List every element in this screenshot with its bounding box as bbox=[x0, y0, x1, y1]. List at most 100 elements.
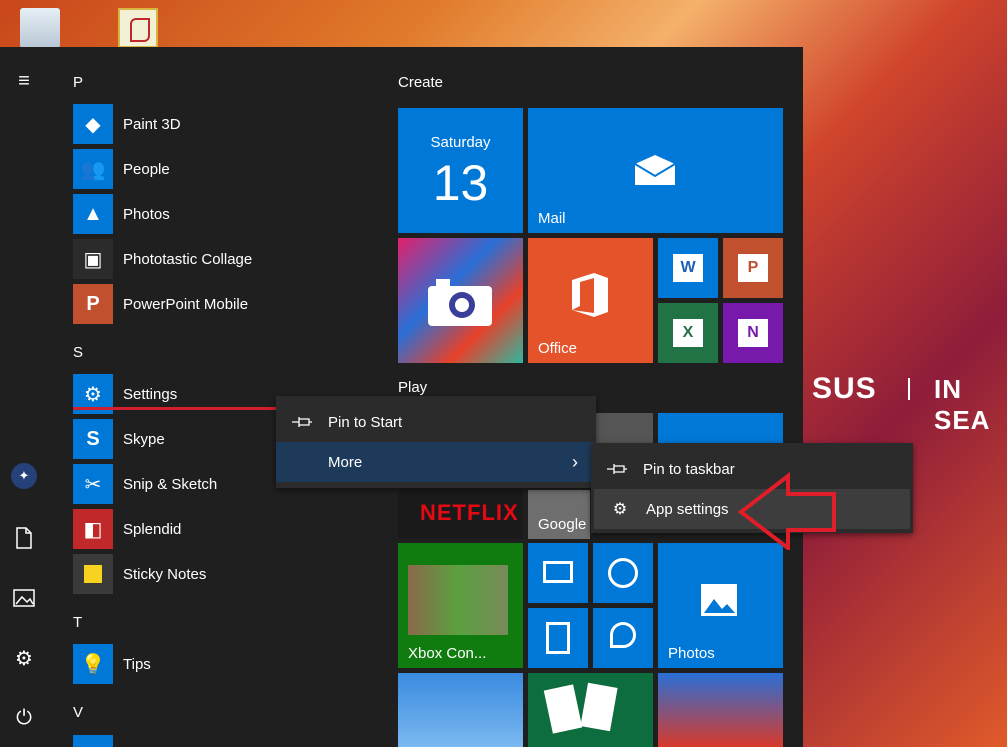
xbox-label: Xbox Con... bbox=[408, 645, 487, 662]
film-clapper-icon bbox=[543, 561, 573, 583]
app-paint-3d[interactable]: ◆ Paint 3D bbox=[73, 104, 303, 144]
app-skype[interactable]: S Skype bbox=[73, 419, 303, 459]
powerpoint-icon: P bbox=[73, 284, 113, 324]
app-label: Photos bbox=[123, 205, 170, 223]
playing-card-icon bbox=[543, 684, 583, 734]
solitaire-tile[interactable] bbox=[528, 673, 653, 747]
word-icon: W bbox=[673, 254, 703, 282]
excel-tile[interactable]: X bbox=[658, 303, 718, 363]
office-tile[interactable]: Office bbox=[528, 238, 653, 363]
candy-crush-tile[interactable] bbox=[658, 673, 783, 747]
calculator-icon bbox=[546, 622, 570, 654]
photos-tile[interactable]: Photos bbox=[658, 543, 783, 668]
app-label: Sticky Notes bbox=[123, 565, 207, 583]
paint-3d-icon: ◆ bbox=[73, 104, 113, 144]
more-item[interactable]: More › bbox=[276, 442, 596, 482]
pin-to-start-label: Pin to Start bbox=[328, 413, 403, 431]
camera-tile[interactable] bbox=[398, 238, 523, 363]
group-letter-t[interactable]: T bbox=[73, 614, 82, 631]
desktop-pdf-file-icon[interactable] bbox=[118, 8, 158, 48]
app-label: Tips bbox=[123, 655, 151, 673]
onenote-icon: N bbox=[738, 319, 768, 347]
wallpaper-divider bbox=[908, 378, 910, 400]
netflix-tile[interactable]: NETFLIX bbox=[398, 490, 523, 539]
powerpoint-tile[interactable]: P bbox=[723, 238, 783, 298]
documents-icon[interactable] bbox=[10, 524, 38, 552]
app-partial-tile[interactable] bbox=[73, 735, 113, 747]
app-settings-label: App settings bbox=[646, 500, 729, 518]
highlight-underline bbox=[73, 407, 279, 410]
skype-icon: S bbox=[73, 419, 113, 459]
user-avatar[interactable]: ✦ bbox=[11, 463, 37, 489]
movies-tile[interactable] bbox=[528, 543, 588, 603]
app-label: Phototastic Collage bbox=[123, 250, 253, 268]
sticky-notes-icon bbox=[73, 554, 113, 594]
desktop-recycle-bin-icon[interactable] bbox=[20, 8, 60, 48]
xbox-avatars-image bbox=[408, 565, 508, 635]
hamburger-menu-icon[interactable]: ≡ bbox=[10, 67, 38, 95]
mail-tile[interactable]: Mail bbox=[528, 108, 783, 233]
pictures-icon[interactable] bbox=[10, 584, 38, 612]
app-phototastic-collage[interactable]: ▣ Phototastic Collage bbox=[73, 239, 303, 279]
app-sticky-notes[interactable]: Sticky Notes bbox=[73, 554, 303, 594]
settings-gear-icon[interactable]: ⚙ bbox=[10, 644, 38, 672]
google-tile[interactable]: Google bbox=[528, 490, 590, 539]
calculator-tile[interactable] bbox=[528, 608, 588, 668]
onenote-tile[interactable]: N bbox=[723, 303, 783, 363]
app-label: Snip & Sketch bbox=[123, 475, 218, 493]
powerpoint-tile-icon: P bbox=[738, 254, 768, 282]
pin-icon bbox=[591, 463, 643, 475]
maps-tile[interactable] bbox=[593, 608, 653, 668]
pin-to-taskbar-label: Pin to taskbar bbox=[643, 460, 735, 478]
app-label: Paint 3D bbox=[123, 115, 181, 133]
office-logo-icon bbox=[570, 272, 610, 323]
snip-sketch-icon: ✂ bbox=[73, 464, 113, 504]
app-label: People bbox=[123, 160, 170, 178]
music-disc-icon bbox=[608, 558, 638, 588]
google-label: Google bbox=[538, 516, 587, 533]
map-pin-icon bbox=[610, 622, 636, 648]
app-label: Skype bbox=[123, 430, 165, 448]
splendid-icon: ◧ bbox=[73, 509, 113, 549]
office-label: Office bbox=[538, 340, 577, 357]
pin-icon bbox=[276, 416, 328, 428]
group-letter-v[interactable]: V bbox=[73, 704, 83, 721]
pin-to-start-item[interactable]: Pin to Start bbox=[276, 402, 596, 442]
netflix-logo: NETFLIX bbox=[420, 500, 519, 525]
play-tile-partial[interactable] bbox=[596, 413, 653, 443]
app-tips[interactable]: 💡 Tips bbox=[73, 644, 303, 684]
power-icon[interactable]: ⏻ bbox=[10, 704, 38, 732]
app-photos[interactable]: ▲ Photos bbox=[73, 194, 303, 234]
app-snip-and-sketch[interactable]: ✂ Snip & Sketch bbox=[73, 464, 303, 504]
word-tile[interactable]: W bbox=[658, 238, 718, 298]
more-label: More bbox=[328, 453, 363, 471]
wallpaper-brand: SUS bbox=[812, 372, 877, 405]
app-splendid[interactable]: ◧ Splendid bbox=[73, 509, 303, 549]
tile-group-play[interactable]: Play bbox=[398, 379, 427, 396]
red-arrow-annotation bbox=[738, 472, 836, 550]
group-letter-p[interactable]: P bbox=[73, 74, 83, 91]
phototastic-icon: ▣ bbox=[73, 239, 113, 279]
people-icon: 👥 bbox=[73, 149, 113, 189]
candy-crush-friends-tile[interactable] bbox=[398, 673, 523, 747]
app-people[interactable]: 👥 People bbox=[73, 149, 303, 189]
xbox-tile[interactable]: Xbox Con... bbox=[398, 543, 523, 668]
gear-icon: ⚙ bbox=[612, 501, 628, 518]
app-powerpoint-mobile[interactable]: P PowerPoint Mobile bbox=[73, 284, 303, 324]
photos-tile-label: Photos bbox=[668, 645, 715, 662]
playing-card-icon bbox=[580, 682, 618, 732]
tile-group-create[interactable]: Create bbox=[398, 74, 443, 91]
mail-label: Mail bbox=[538, 210, 566, 227]
calendar-tile[interactable]: Saturday 13 bbox=[398, 108, 523, 233]
calendar-date: 13 bbox=[432, 155, 489, 211]
play-tile-blue-partial[interactable] bbox=[658, 413, 783, 443]
groove-tile[interactable] bbox=[593, 543, 653, 603]
photos-tile-icon bbox=[700, 583, 738, 622]
group-letter-s[interactable]: S bbox=[73, 344, 83, 361]
camera-icon bbox=[426, 276, 494, 333]
context-menu: Pin to Start More › bbox=[276, 396, 596, 488]
mail-envelope-icon bbox=[634, 154, 676, 191]
app-label: Splendid bbox=[123, 520, 182, 538]
tips-lightbulb-icon: 💡 bbox=[73, 644, 113, 684]
app-label: Settings bbox=[123, 385, 178, 403]
